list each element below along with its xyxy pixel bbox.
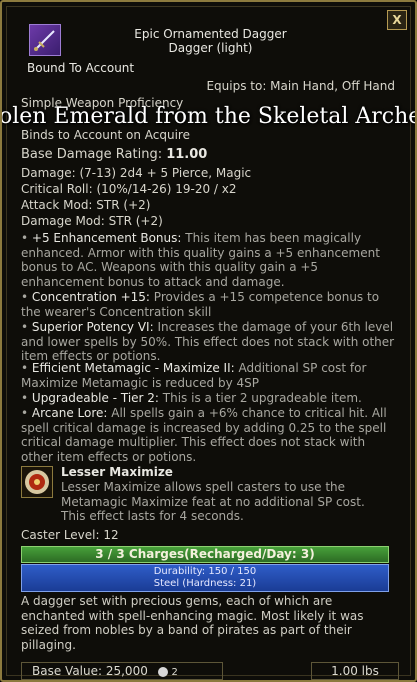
- coin-icon: [157, 666, 168, 677]
- item-name: Epic Ornamented Dagger: [134, 27, 287, 41]
- damage-mod: Damage Mod: STR (+2): [21, 214, 163, 228]
- weight-box: 1.00 lbs: [311, 662, 399, 680]
- base-damage-value: 11.00: [166, 147, 208, 162]
- damage-line: Damage: (7-13) 2d4 + 5 Pierce, Magic: [21, 166, 252, 180]
- item-type: Dagger (light): [168, 41, 253, 55]
- critical-line: Critical Roll: (10%/14-26) 19-20 / x2: [21, 182, 237, 196]
- coin-count: 2: [171, 667, 178, 678]
- effect-arcane-lore: • Arcane Lore: All spells gain a +6% cha…: [21, 406, 387, 464]
- item-description: A dagger set with precious gems, each of…: [21, 594, 364, 652]
- effect-name: Efficient Metamagic - Maximize II:: [31, 361, 235, 375]
- attack-mod: Attack Mod: STR (+2): [21, 198, 151, 212]
- spell-description: Lesser Maximize allows spell casters to …: [61, 480, 365, 523]
- bound-label: Bound To Account: [27, 61, 135, 75]
- material-text: Steel (Hardness: 21): [153, 578, 257, 589]
- base-value-box: Base Value: 25,000 2: [21, 662, 223, 680]
- durability-text: Durability: 150 / 150: [153, 566, 257, 577]
- durability-bar: Durability: 150 / 150 Steel (Hardness: 2…: [21, 564, 389, 592]
- effect-efficient-metamagic: • Efficient Metamagic - Maximize II: Add…: [21, 361, 367, 390]
- effect-name: Superior Potency VI:: [31, 320, 154, 334]
- binds-on: Binds to Account on Acquire: [21, 128, 190, 142]
- caster-level: Caster Level: 12: [21, 528, 119, 542]
- effect-superior-potency: • Superior Potency VI: Increases the dam…: [21, 320, 395, 363]
- equips-to: Equips to: Main Hand, Off Hand: [206, 79, 395, 93]
- effect-name: Arcane Lore:: [31, 406, 108, 420]
- effect-desc: This is a tier 2 upgradeable item.: [158, 391, 362, 405]
- effect-concentration: • Concentration +15: Provides a +15 comp…: [21, 290, 380, 319]
- weight: 1.00 lbs: [331, 664, 379, 678]
- effect-name: +5 Enhancement Bonus:: [31, 231, 182, 245]
- base-damage-rating: Base Damage Rating: 11.00: [21, 148, 207, 162]
- item-tooltip-window: X Epic Ornamented Dagger Dagger (light) …: [0, 0, 417, 682]
- base-damage-label: Base Damage Rating:: [21, 147, 163, 162]
- charges-bar: 3 / 3 Charges(Recharged/Day: 3): [21, 546, 389, 563]
- spell-name: Lesser Maximize: [61, 465, 173, 479]
- effect-name: Concentration +15:: [31, 290, 150, 304]
- effect-name: Upgradeable - Tier 2:: [31, 391, 159, 405]
- maximize-icon: [21, 466, 53, 498]
- effect-upgradeable: • Upgradeable - Tier 2: This is a tier 2…: [21, 391, 362, 405]
- footer: Base Value: 25,000 2 1.00 lbs: [21, 662, 399, 680]
- effect-enhancement: • +5 Enhancement Bonus: This item has be…: [21, 231, 380, 289]
- base-value: Base Value: 25,000: [32, 664, 148, 678]
